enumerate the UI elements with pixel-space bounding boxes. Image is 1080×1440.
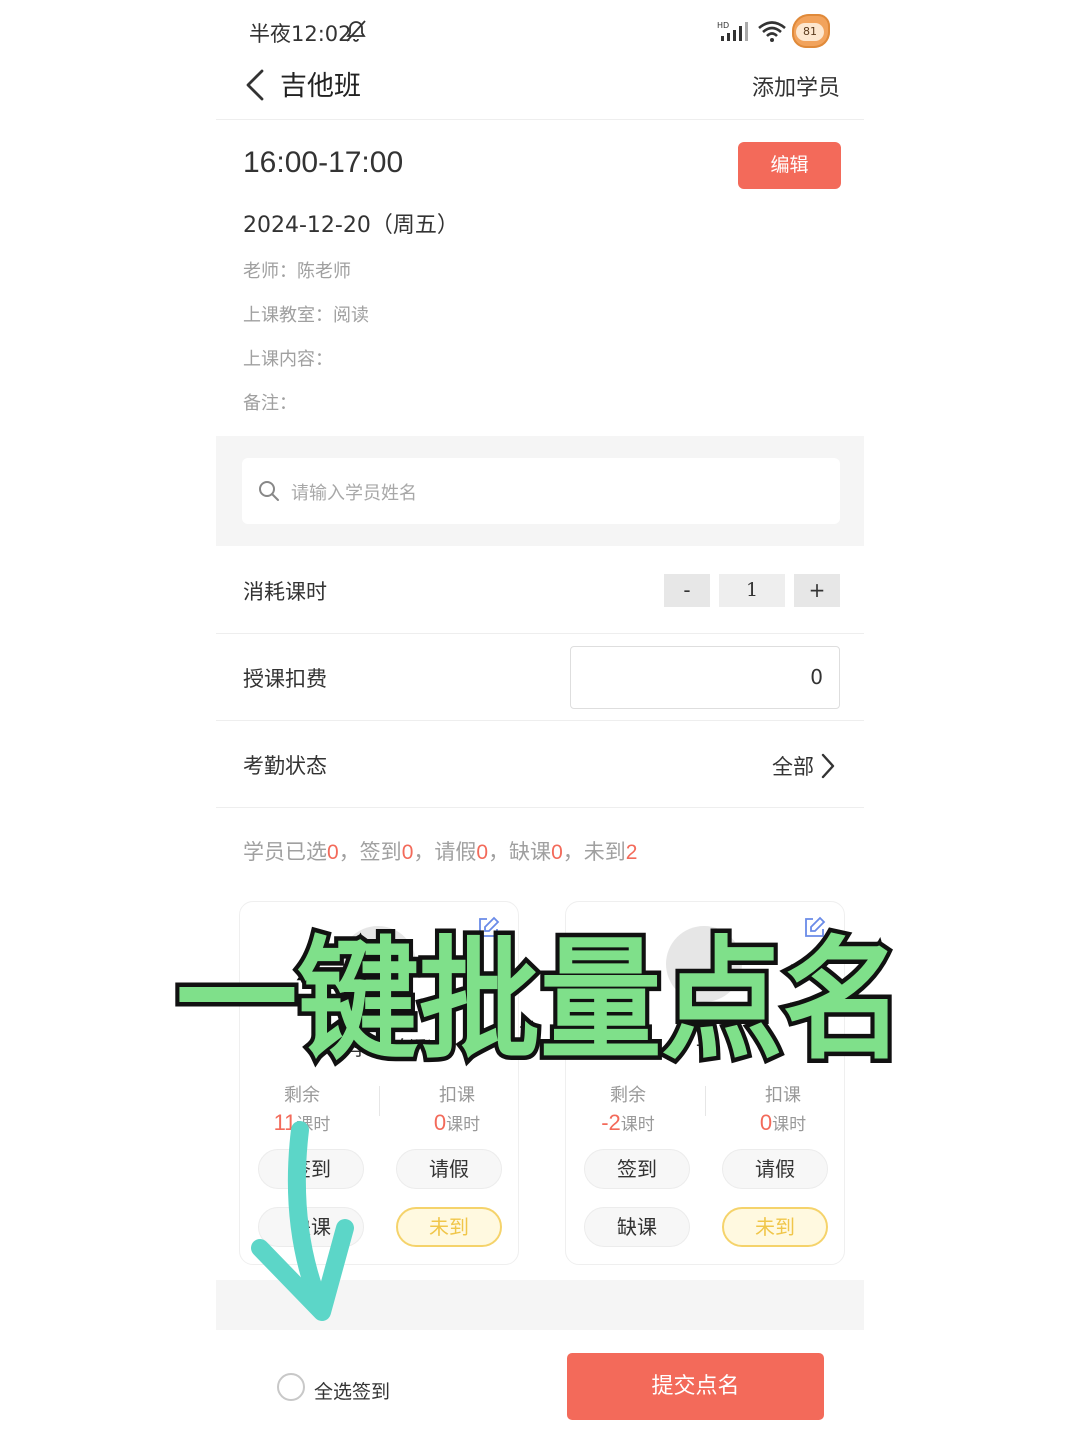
nav-bar: 吉他班 添加学员 xyxy=(216,60,864,120)
battery-icon: 81 xyxy=(792,14,830,48)
absent-label: ，未到 xyxy=(562,840,626,864)
page-title: 吉他班 xyxy=(280,71,361,102)
remaining-hours: -2课时 xyxy=(601,1110,655,1135)
signed-label: ，签到 xyxy=(338,840,402,864)
svg-text:HD: HD xyxy=(717,21,729,30)
selected-label: 学员已选 xyxy=(243,840,327,864)
selected-count: 0 xyxy=(327,841,339,864)
stat-divider xyxy=(379,1086,380,1116)
sign-in-button[interactable]: 签到 xyxy=(584,1149,690,1189)
signal-icon: HD xyxy=(717,21,748,41)
missed-button[interactable]: 缺课 xyxy=(584,1207,690,1247)
decrement-button[interactable]: - xyxy=(664,574,710,607)
attendance-filter-label: 考勤状态 xyxy=(243,754,327,778)
stat-divider xyxy=(705,1086,706,1116)
missed-button[interactable]: 缺课 xyxy=(258,1207,364,1247)
note-info: 备注： xyxy=(243,393,297,414)
attendance-filter-row[interactable]: 考勤状态 全部 xyxy=(216,720,864,808)
absent-button[interactable]: 未到 xyxy=(396,1207,502,1247)
status-bar: 半夜12:02 HD 81 xyxy=(216,0,864,60)
remaining-label: 剩余 xyxy=(284,1085,320,1106)
student-name: 李子怡 xyxy=(350,1036,410,1060)
sign-in-button[interactable]: 签到 xyxy=(258,1149,364,1189)
lesson-time: 16:00-17:00 xyxy=(243,146,404,179)
search-icon xyxy=(259,481,279,501)
classroom-info: 上课教室：阅读 xyxy=(243,305,369,326)
student-name: 许 xyxy=(696,1036,716,1060)
avatar xyxy=(340,926,416,1002)
deduct-hours: 0课时 xyxy=(759,1110,807,1135)
leave-button[interactable]: 请假 xyxy=(396,1149,502,1189)
chevron-right-icon[interactable] xyxy=(820,753,836,779)
missed-label: ，缺课 xyxy=(488,840,552,864)
fee-label: 授课扣费 xyxy=(243,667,327,691)
content-info: 上课内容： xyxy=(243,349,333,370)
leave-button[interactable]: 请假 xyxy=(722,1149,828,1189)
fee-row: 授课扣费 0 xyxy=(216,633,864,721)
search-section: 请输入学员姓名 xyxy=(216,436,864,546)
consume-hours-label: 消耗课时 xyxy=(243,580,327,604)
status-time: 半夜12:02 xyxy=(249,22,352,46)
absent-count: 2 xyxy=(625,841,638,864)
leave-label: ，请假 xyxy=(413,840,477,864)
attendance-summary: 学员已选0，签到0，请假0，缺课0，未到2 xyxy=(243,836,637,866)
edit-icon[interactable] xyxy=(802,916,826,940)
student-card[interactable]: 许 剩余 -2课时 扣课 0课时 签到 请假 缺课 未到 xyxy=(565,901,845,1265)
remaining-label: 剩余 xyxy=(610,1085,646,1106)
add-student-button[interactable]: 添加学员 xyxy=(752,70,840,102)
increment-button[interactable]: + xyxy=(794,574,840,607)
phone-screen: 半夜12:02 HD 81 吉他班 添加学员 16:00-17:00 编辑 20… xyxy=(216,0,864,1440)
deduct-label: 扣课 xyxy=(765,1085,801,1106)
consume-hours-row: 消耗课时 - 1 + xyxy=(216,546,864,634)
search-input[interactable]: 请输入学员姓名 xyxy=(242,458,840,524)
leave-count: 0 xyxy=(476,841,489,864)
edit-icon[interactable] xyxy=(476,916,500,940)
student-card[interactable]: 李子怡 剩余 11课时 扣课 0课时 签到 请假 缺课 未到 xyxy=(239,901,519,1265)
submit-button[interactable]: 提交点名 xyxy=(567,1353,824,1420)
battery-level: 81 xyxy=(796,23,824,41)
teacher-info: 老师：陈老师 xyxy=(243,261,351,282)
lesson-date: 2024-12-20（周五） xyxy=(243,213,459,238)
avatar xyxy=(666,926,742,1002)
deduct-hours: 0课时 xyxy=(433,1110,481,1135)
wifi-icon xyxy=(758,21,786,42)
consume-hours-value[interactable]: 1 xyxy=(719,574,785,607)
deduct-label: 扣课 xyxy=(439,1085,475,1106)
remaining-hours: 11课时 xyxy=(273,1110,331,1135)
signed-count: 0 xyxy=(401,841,414,864)
fee-input[interactable]: 0 xyxy=(570,646,840,709)
section-divider xyxy=(216,1280,864,1330)
absent-button[interactable]: 未到 xyxy=(722,1207,828,1247)
back-arrow-icon[interactable] xyxy=(244,68,268,102)
bell-off-icon xyxy=(346,20,366,42)
missed-count: 0 xyxy=(551,841,563,864)
select-all-radio[interactable] xyxy=(277,1373,305,1401)
attendance-filter-value[interactable]: 全部 xyxy=(772,751,814,781)
select-all-label[interactable]: 全选签到 xyxy=(314,1377,390,1404)
search-placeholder: 请输入学员姓名 xyxy=(291,483,417,504)
edit-button[interactable]: 编辑 xyxy=(738,142,841,189)
